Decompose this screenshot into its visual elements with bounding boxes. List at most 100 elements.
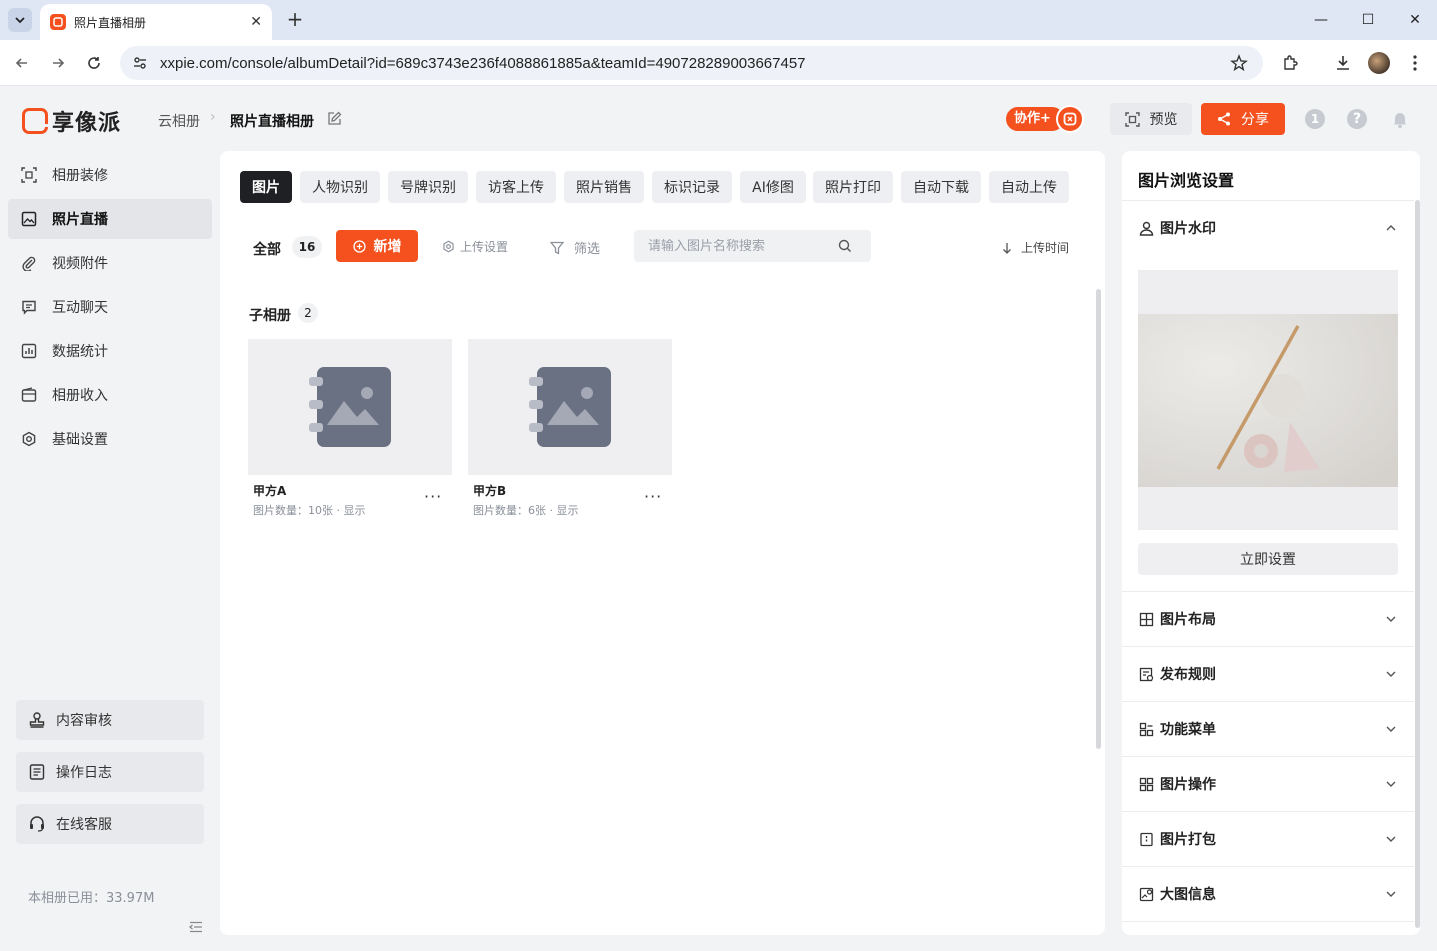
minimize-button[interactable]: — — [1309, 8, 1333, 32]
more-icon[interactable]: ··· — [424, 487, 442, 506]
grid-icon — [1138, 776, 1154, 792]
section-image-actions[interactable]: 图片操作 — [1122, 757, 1414, 811]
album-thumbnail[interactable] — [468, 339, 672, 475]
album-thumbnail[interactable] — [248, 339, 452, 475]
preview-button[interactable]: 预览 — [1110, 103, 1192, 135]
sub-album-count-badge: 2 — [298, 303, 318, 323]
online-support-button[interactable]: 在线客服 — [16, 804, 204, 844]
search-input[interactable] — [648, 238, 838, 254]
arrow-right-icon — [53, 58, 65, 68]
edit-icon[interactable] — [327, 111, 342, 126]
notification-count-badge[interactable]: 1 — [1305, 109, 1325, 129]
download-icon[interactable] — [1331, 51, 1355, 75]
sort-label: 上传时间 — [1021, 241, 1070, 255]
side-button-label: 内容审核 — [56, 713, 112, 729]
sidebar-item-label: 相册收入 — [52, 388, 108, 404]
sample-photo — [1138, 314, 1398, 487]
tab-search-button[interactable] — [8, 8, 32, 32]
breadcrumb-current: 照片直播相册 — [230, 114, 314, 130]
album-name: 甲方A — [253, 484, 287, 498]
tab-photos[interactable]: 图片 — [240, 171, 292, 203]
reload-button[interactable] — [82, 51, 106, 75]
sidebar-item-statistics[interactable]: 数据统计 — [8, 331, 212, 371]
maximize-button[interactable]: ☐ — [1356, 8, 1380, 32]
close-window-button[interactable]: ✕ — [1403, 8, 1427, 32]
tab-bib-recognition[interactable]: 号牌识别 — [388, 171, 468, 203]
search-icon[interactable] — [838, 239, 852, 253]
sidebar-item-decoration[interactable]: 相册装修 — [8, 155, 212, 195]
section-watermark[interactable]: 图片水印 — [1122, 201, 1414, 255]
section-layout[interactable]: 图片布局 — [1122, 592, 1414, 646]
sidebar: 相册装修 照片直播 视频附件 互动聊天 数据统计 相册收入 基础设置 内容审核 … — [0, 151, 220, 951]
section-label: 大图信息 — [1160, 887, 1216, 903]
tab-ai-retouch[interactable]: AI修图 — [740, 171, 806, 203]
profile-avatar[interactable] — [1367, 51, 1391, 75]
tab-close-icon[interactable]: ✕ — [250, 14, 262, 30]
bookmark-star-icon[interactable] — [1227, 51, 1251, 75]
divider — [1122, 921, 1414, 922]
filter-button[interactable]: 筛选 — [550, 238, 600, 257]
tab-photo-print[interactable]: 照片打印 — [813, 171, 893, 203]
help-icon[interactable]: ? — [1347, 109, 1367, 129]
favicon-icon — [50, 14, 66, 30]
back-button[interactable] — [10, 51, 34, 75]
extensions-icon[interactable] — [1278, 51, 1302, 75]
sidebar-item-label: 视频附件 — [52, 256, 108, 272]
album-meta: 图片数量：10张 · 显示 — [253, 504, 366, 517]
sidebar-item-label: 数据统计 — [52, 344, 108, 360]
content-review-button[interactable]: 内容审核 — [16, 700, 204, 740]
forward-button[interactable] — [46, 51, 70, 75]
main-scrollbar[interactable] — [1096, 289, 1101, 749]
collab-button[interactable]: 协作+ — [1006, 105, 1084, 133]
omnibox[interactable]: xxpie.com/console/albumDetail?id=689c374… — [120, 46, 1263, 80]
sidebar-item-live-photos[interactable]: 照片直播 — [8, 199, 212, 239]
browse-settings-panel: 图片浏览设置 图片水印 立即设置 图片布局 发布规则 功能菜单 图片操作 图片打… — [1122, 151, 1420, 935]
section-large-image-info[interactable]: 大图信息 — [1122, 867, 1414, 921]
tab-photo-sales[interactable]: 照片销售 — [564, 171, 644, 203]
bell-icon[interactable] — [1390, 109, 1410, 133]
tab-face-recognition[interactable]: 人物识别 — [300, 171, 380, 203]
sidebar-item-video[interactable]: 视频附件 — [8, 243, 212, 283]
sidebar-item-income[interactable]: 相册收入 — [8, 375, 212, 415]
browser-tab[interactable]: 照片直播相册 ✕ — [40, 4, 272, 40]
new-tab-button[interactable]: + — [283, 8, 307, 32]
site-settings-icon[interactable] — [132, 55, 148, 71]
sidebar-item-settings[interactable]: 基础设置 — [8, 419, 212, 459]
gear-icon — [443, 240, 454, 253]
upload-settings-button[interactable]: 上传设置 — [442, 238, 508, 255]
chart-icon — [20, 342, 38, 360]
browser-menu-icon[interactable] — [1403, 51, 1427, 75]
chevron-down-icon — [1386, 836, 1396, 842]
menu-icon — [1138, 721, 1154, 737]
sidebar-item-chat[interactable]: 互动聊天 — [8, 287, 212, 327]
tab-auto-download[interactable]: 自动下载 — [901, 171, 981, 203]
logo[interactable]: 享像派 — [22, 105, 121, 137]
section-label: 图片操作 — [1160, 777, 1216, 793]
collapse-sidebar-icon[interactable] — [189, 921, 203, 933]
share-button[interactable]: 分享 — [1201, 103, 1285, 135]
section-function-menu[interactable]: 功能菜单 — [1122, 702, 1414, 756]
breadcrumb-parent[interactable]: 云相册 — [158, 111, 200, 131]
browser-tabbar: 照片直播相册 ✕ + — ☐ ✕ — [0, 0, 1437, 40]
panel-title: 图片浏览设置 — [1138, 171, 1235, 190]
right-panel-scrollbar[interactable] — [1415, 200, 1420, 928]
main-panel: 图片 人物识别 号牌识别 访客上传 照片销售 标识记录 AI修图 照片打印 自动… — [220, 151, 1105, 935]
sub-album-card[interactable]: 甲方A 图片数量：10张 · 显示 ··· — [248, 339, 452, 519]
tab-auto-upload[interactable]: 自动上传 — [989, 171, 1069, 203]
section-label: 图片打包 — [1160, 832, 1216, 848]
operation-log-button[interactable]: 操作日志 — [16, 752, 204, 792]
all-filter-label[interactable]: 全部 — [253, 239, 281, 259]
more-icon[interactable]: ··· — [644, 487, 662, 506]
app-header: 享像派 云相册 › 照片直播相册 协作+ 预览 分享 1 ? — [0, 87, 1437, 151]
sort-button[interactable]: 上传时间 — [1002, 239, 1069, 256]
chevron-down-icon — [1386, 726, 1396, 732]
tab-visitor-upload[interactable]: 访客上传 — [476, 171, 556, 203]
section-publish-rules[interactable]: 发布规则 — [1122, 647, 1414, 701]
arrow-left-icon — [15, 58, 27, 68]
sub-album-card[interactable]: 甲方B 图片数量：6张 · 显示 ··· — [468, 339, 672, 519]
plus-circle-icon — [352, 239, 366, 253]
add-button[interactable]: 新增 — [336, 230, 418, 262]
set-watermark-button[interactable]: 立即设置 — [1138, 543, 1398, 575]
section-image-package[interactable]: 图片打包 — [1122, 812, 1414, 866]
tab-tag-records[interactable]: 标识记录 — [652, 171, 732, 203]
